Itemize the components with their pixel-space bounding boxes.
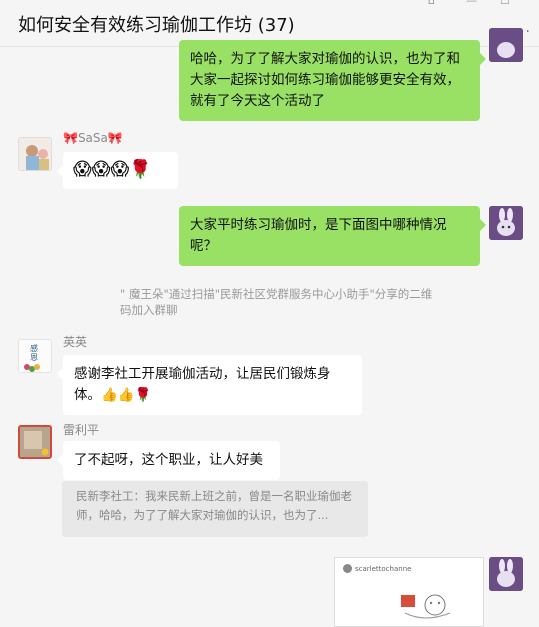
- image-message[interactable]: scarlettochanne: [334, 557, 484, 627]
- pin-icon[interactable]: ⌂: [428, 0, 435, 7]
- system-notice: " 魔王朵"通过扫描"民新社区党群服务中心小助手"分享的二维码加入群聊: [120, 287, 433, 317]
- image-user-avatar: [343, 564, 352, 573]
- bunny-avatar-icon: [489, 206, 523, 240]
- sender-avatar[interactable]: [18, 425, 52, 459]
- message-bubble-other[interactable]: 😱😱😱🌹: [57, 152, 178, 189]
- message-bubble-other[interactable]: 感谢李社工开展瑜伽活动，让居民们锻炼身体。👍👍🌹: [57, 355, 362, 415]
- self-avatar[interactable]: [489, 28, 523, 62]
- sender-avatar[interactable]: [18, 137, 52, 171]
- bunny-avatar-icon: [489, 557, 523, 591]
- message-bubble-other[interactable]: 了不起呀，这个职业，让人好美: [57, 441, 280, 480]
- sender-name: 🎀SaSa🎀: [63, 131, 123, 145]
- self-avatar[interactable]: [489, 206, 523, 240]
- quoted-message[interactable]: 民新李社工：我来民新上班之前，曾是一名职业瑜伽老师，哈哈，为了了解大家对瑜伽的认…: [62, 481, 368, 537]
- message-bubble-self[interactable]: 哈哈，为了了解大家对瑜伽的认识，也为了和大家一起探讨如何练习瑜伽能够更安全有效，…: [179, 40, 486, 121]
- self-avatar[interactable]: [489, 557, 523, 591]
- image-username: scarlettochanne: [355, 565, 412, 573]
- photo-avatar-icon: [20, 427, 50, 457]
- sender-name: 雷利平: [63, 423, 100, 437]
- bunny-avatar-icon: [489, 28, 523, 62]
- maximize-icon[interactable]: ☐: [500, 0, 510, 7]
- avatar-caption: 感恩: [30, 344, 38, 362]
- minimize-icon[interactable]: —: [466, 0, 477, 7]
- sketch-image-icon: [401, 594, 451, 619]
- sender-avatar[interactable]: 感恩: [18, 339, 52, 373]
- chat-title: 如何安全有效练习瑜伽工作坊 (37): [18, 15, 295, 36]
- sender-name: 英英: [63, 335, 88, 349]
- message-bubble-self[interactable]: 大家平时练习瑜伽时，是下面图中哪种情况呢？: [179, 206, 486, 266]
- girl-avatar-icon: [19, 138, 51, 170]
